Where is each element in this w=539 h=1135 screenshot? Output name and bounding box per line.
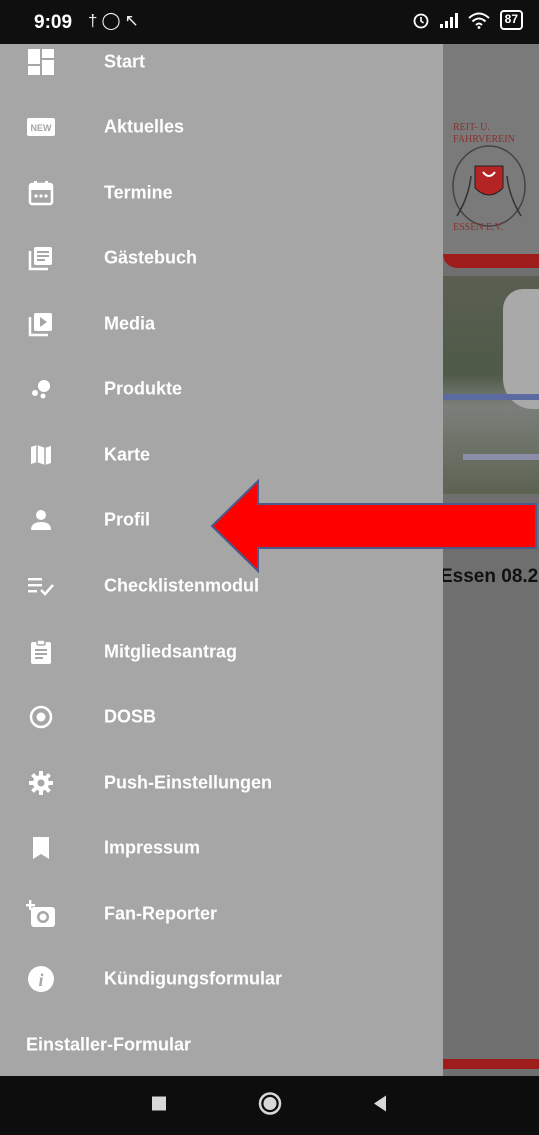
menu-item-dosb[interactable]: DOSB — [0, 686, 443, 748]
svg-text:NEW: NEW — [31, 123, 53, 133]
person-icon — [26, 505, 56, 535]
status-time: 9:09 — [34, 12, 73, 33]
menu-item-mitgliedsantrag[interactable]: Mitgliedsantrag — [0, 621, 443, 683]
menu-label: Kündigungsformular — [104, 968, 282, 989]
calendar-icon — [26, 178, 56, 208]
guestbook-icon — [26, 243, 56, 273]
menu-item-impressum[interactable]: Impressum — [0, 817, 443, 879]
menu-item-media[interactable]: Media — [0, 293, 443, 355]
map-icon — [26, 440, 56, 470]
bluetooth-icon: † — [88, 11, 102, 30]
video-library-icon — [26, 309, 56, 339]
status-bar: 9:09 †◯↖ 87 — [0, 0, 539, 44]
alarm-icon: ◯ — [101, 11, 125, 30]
menu-label: Checklistenmodul — [104, 575, 260, 596]
home-icon[interactable] — [258, 1091, 282, 1120]
menu-label: Karte — [104, 444, 151, 465]
club-logo-text: REIT- U. FAHRVEREIN ESSEN E.V. — [453, 122, 515, 233]
menu-label: Impressum — [104, 837, 201, 858]
svg-text:i: i — [38, 970, 43, 990]
menu-label: Einstaller-Formular — [26, 1034, 192, 1055]
menu-label: Gästebuch — [104, 247, 198, 268]
menu-label: Push-Einstellungen — [104, 772, 273, 793]
menu-item-gaestebuch[interactable]: Gästebuch — [0, 227, 443, 289]
menu-label: Fan-Reporter — [104, 903, 218, 924]
red-arrow-annotation — [210, 478, 537, 574]
new-badge-icon: NEW — [26, 112, 56, 142]
menu-label: Start — [104, 51, 146, 72]
menu-item-aktuelles[interactable]: NEW Aktuelles — [0, 96, 443, 158]
bookmark-icon — [26, 833, 56, 863]
clipboard-icon — [26, 637, 56, 667]
recent-apps-icon[interactable] — [151, 1095, 167, 1116]
status-right-icons: 87 — [412, 10, 523, 30]
horse-shape — [503, 289, 539, 409]
jump-rail-2 — [463, 454, 539, 460]
wifi-icon — [467, 12, 490, 29]
info-icon: i — [26, 964, 56, 994]
menu-item-push-einstellungen[interactable]: Push-Einstellungen — [0, 752, 443, 814]
dashboard-icon — [26, 47, 56, 77]
battery-icon: 87 — [499, 10, 523, 30]
signal-arrow-icon: ↖ — [124, 11, 143, 30]
menu-item-kuendigungsformular[interactable]: i Kündigungsformular — [0, 948, 443, 1010]
checklist-icon — [26, 571, 56, 601]
add-camera-icon — [26, 899, 56, 929]
jump-rail — [443, 394, 539, 400]
cell-signal-icon — [439, 12, 458, 28]
menu-item-fan-reporter[interactable]: Fan-Reporter — [0, 883, 443, 945]
header-red-line — [443, 254, 539, 268]
menu-item-einstaller-formular[interactable]: Einstaller-Formular — [0, 1014, 443, 1076]
footer-red-line — [443, 1059, 539, 1069]
gear-icon — [26, 768, 56, 798]
menu-item-termine[interactable]: Termine — [0, 162, 443, 224]
menu-label: DOSB — [104, 706, 157, 727]
products-icon — [26, 374, 56, 404]
menu-label: Aktuelles — [104, 116, 185, 137]
menu-item-produkte[interactable]: Produkte — [0, 358, 443, 420]
menu-label: Media — [104, 313, 156, 334]
system-nav-bar — [0, 1076, 539, 1135]
menu-label: Termine — [104, 182, 173, 203]
menu-item-karte[interactable]: Karte — [0, 424, 443, 486]
menu-label: Produkte — [104, 378, 183, 399]
menu-label: Mitgliedsantrag — [104, 641, 238, 662]
alarm-clock-icon — [413, 13, 429, 29]
menu-label: Profil — [104, 509, 151, 530]
radio-button-icon — [26, 702, 56, 732]
status-left-icons: †◯↖ — [88, 11, 143, 31]
back-icon[interactable] — [372, 1094, 388, 1117]
menu-item-start[interactable]: Start — [0, 44, 443, 93]
